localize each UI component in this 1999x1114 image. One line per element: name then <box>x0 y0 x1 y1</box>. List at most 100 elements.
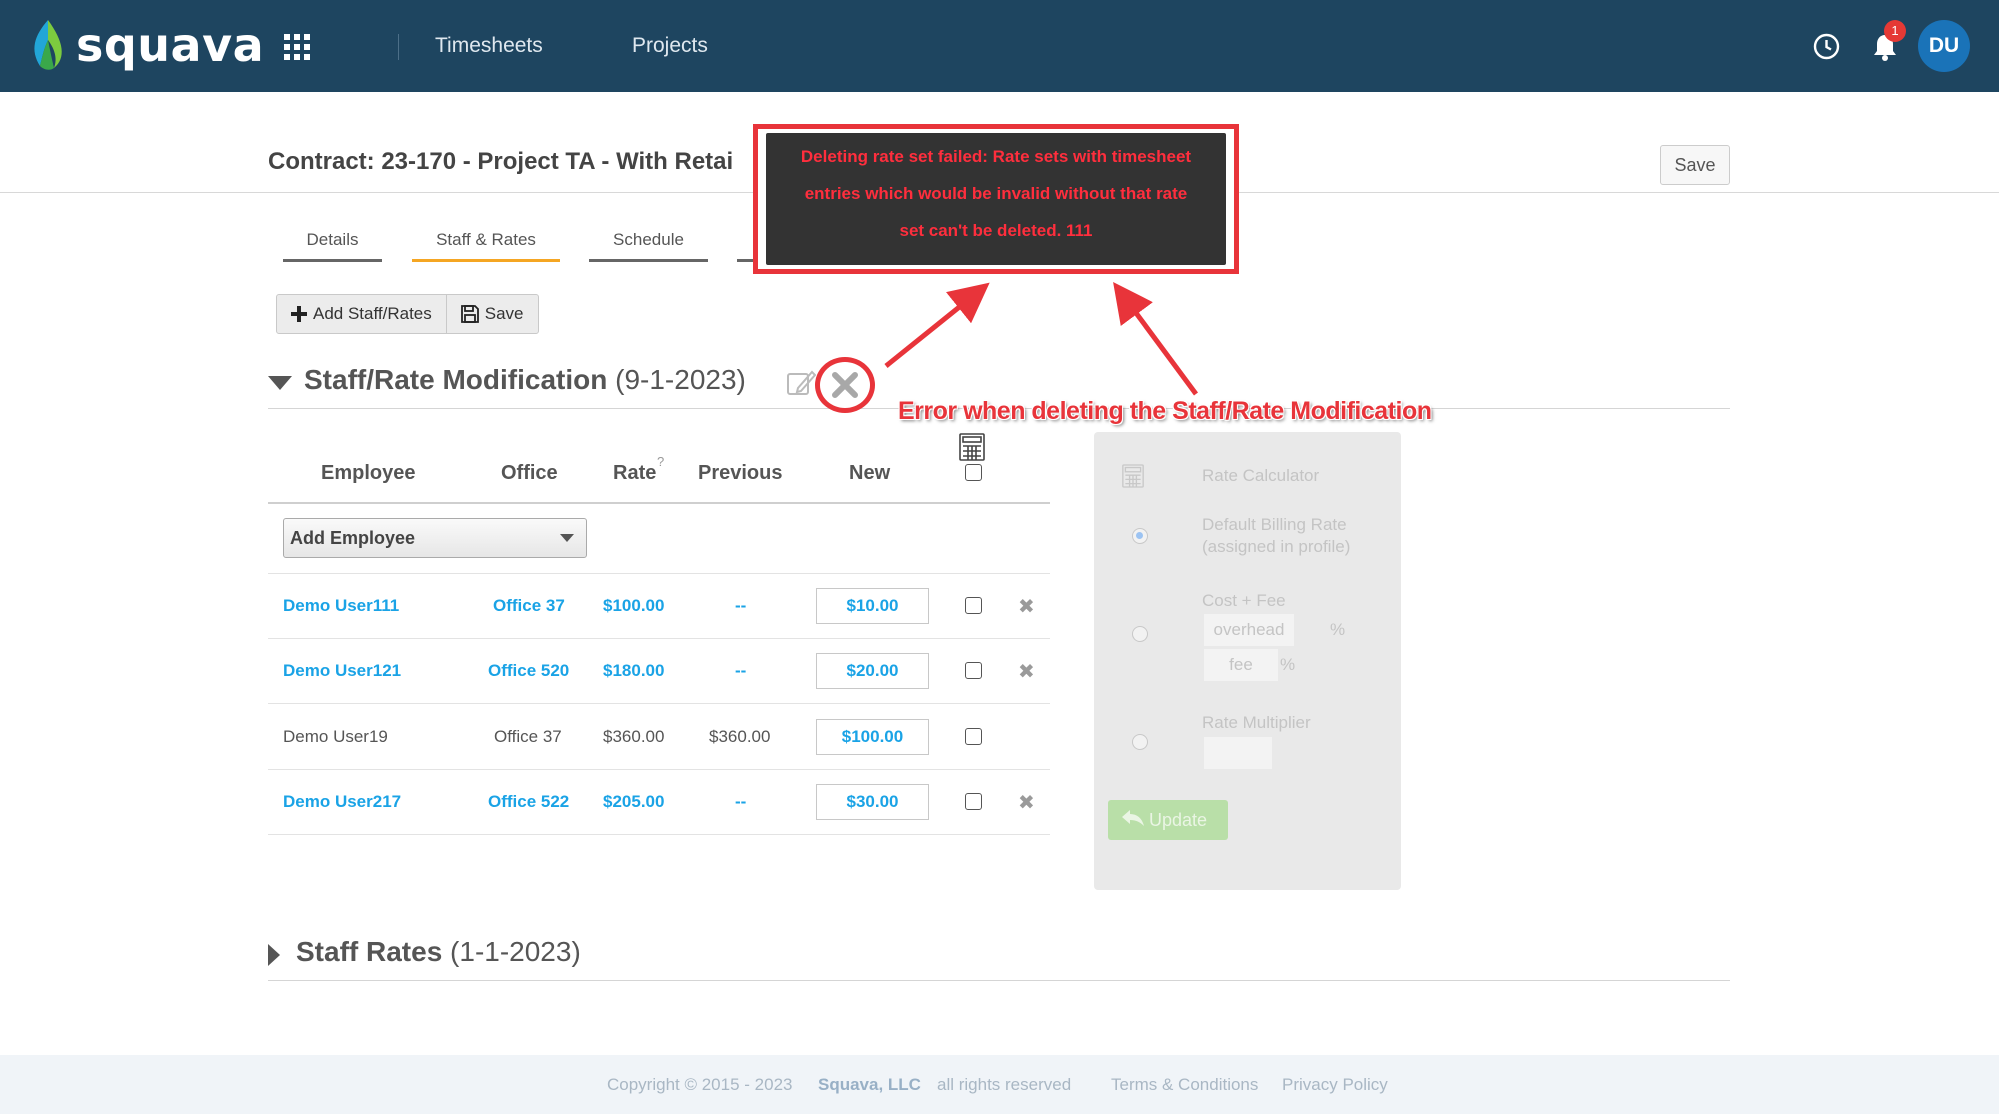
error-toast: Deleting rate set failed: Rate sets with… <box>766 133 1226 265</box>
clock-icon[interactable] <box>1813 33 1840 65</box>
footer: Copyright © 2015 - 2023 Squava, LLC all … <box>0 1055 1999 1114</box>
page-title: Contract: 23-170 - Project TA - With Ret… <box>268 148 734 175</box>
employee-office[interactable]: Office 522 <box>488 792 569 812</box>
header-save-button[interactable]: Save <box>1660 145 1730 185</box>
row-checkbox[interactable] <box>965 728 982 745</box>
collapse-triangle-icon[interactable] <box>268 376 292 390</box>
employee-rate[interactable]: $180.00 <box>603 661 664 681</box>
squava-logo[interactable]: squava <box>28 14 264 76</box>
new-rate-input[interactable]: $10.00 <box>816 588 929 624</box>
default-rate-line1: Default Billing Rate <box>1202 515 1347 534</box>
brand-name: squava <box>76 18 265 72</box>
remove-row-icon[interactable]: ✖ <box>1018 594 1035 619</box>
nav-projects[interactable]: Projects <box>632 34 708 58</box>
employee-name[interactable]: Demo User121 <box>283 661 401 681</box>
footer-rights: all rights reserved <box>937 1075 1072 1094</box>
rate-calculator-panel: Rate Calculator Default Billing Rate (as… <box>1094 432 1401 890</box>
employee-name[interactable]: Demo User111 <box>283 596 399 616</box>
remove-row-icon[interactable]: ✖ <box>1018 790 1035 815</box>
remove-row-icon[interactable]: ✖ <box>1018 659 1035 684</box>
user-avatar[interactable]: DU <box>1918 20 1970 72</box>
tab-staff-rates-underline <box>412 259 560 262</box>
calculator-icon[interactable] <box>959 433 985 466</box>
modification-date: (9-1-2023) <box>615 364 746 395</box>
nav-timesheets[interactable]: Timesheets <box>435 34 543 58</box>
select-all-checkbox[interactable] <box>965 464 982 481</box>
row-checkbox[interactable] <box>965 597 982 614</box>
col-employee: Employee <box>321 462 416 484</box>
add-employee-select[interactable]: Add Employee <box>283 518 587 558</box>
employee-rate[interactable]: $100.00 <box>603 596 664 616</box>
toolbar-save-button[interactable]: Save <box>445 295 538 333</box>
row-checkbox[interactable] <box>965 662 982 679</box>
table-header-rule <box>268 502 1050 504</box>
employee-previous[interactable]: -- <box>735 661 746 681</box>
tab-schedule-underline <box>589 259 708 262</box>
table-row-rule <box>268 638 1050 639</box>
rate-multiplier-radio[interactable] <box>1132 734 1148 750</box>
tab-details-underline <box>283 259 382 262</box>
employee-office: Office 37 <box>494 727 562 746</box>
cost-fee-radio[interactable] <box>1132 626 1148 642</box>
modification-section-title[interactable]: Staff/Rate Modification (9-1-2023) <box>304 364 746 396</box>
apps-grid-icon[interactable] <box>284 34 310 60</box>
nav-divider <box>398 34 399 60</box>
leaf-logo-icon <box>28 18 68 72</box>
fee-input[interactable]: fee <box>1204 649 1278 681</box>
employee-office[interactable]: Office 37 <box>493 596 565 616</box>
staff-rates-section-title[interactable]: Staff Rates (1-1-2023) <box>296 936 581 968</box>
error-message-line: entries which would be invalid without t… <box>804 184 1188 203</box>
new-rate-input[interactable]: $100.00 <box>816 719 929 755</box>
tab-staff-rates[interactable]: Staff & Rates <box>412 230 560 250</box>
tab-schedule[interactable]: Schedule <box>589 230 708 250</box>
cost-fee-label: Cost + Fee <box>1202 591 1286 610</box>
employee-office[interactable]: Office 520 <box>488 661 569 681</box>
staff-rates-divider <box>268 980 1730 981</box>
annotation-caption: Error when deleting the Staff/Rate Modif… <box>898 397 1432 425</box>
expand-triangle-icon[interactable] <box>268 944 280 966</box>
rate-help-icon[interactable]: ? <box>657 454 664 469</box>
employee-previous[interactable]: -- <box>735 792 746 812</box>
employee-previous: $360.00 <box>709 727 771 746</box>
modification-title: Staff/Rate Modification <box>304 364 608 395</box>
error-highlight-frame: Deleting rate set failed: Rate sets with… <box>753 124 1239 274</box>
new-rate-input[interactable]: $20.00 <box>816 653 929 689</box>
new-rate-input[interactable]: $30.00 <box>816 784 929 820</box>
col-previous: Previous <box>698 462 783 484</box>
tab-details[interactable]: Details <box>283 230 382 250</box>
overhead-percent: % <box>1330 620 1346 639</box>
employee-name[interactable]: Demo User217 <box>283 792 401 812</box>
caret-down-icon <box>560 534 574 542</box>
top-navbar: squava Timesheets Projects 1 DU <box>0 0 1999 92</box>
footer-privacy-link[interactable]: Privacy Policy <box>1282 1075 1388 1095</box>
rate-multiplier-label: Rate Multiplier <box>1202 713 1311 732</box>
add-staff-rates-button[interactable]: Add Staff/Rates <box>277 295 446 333</box>
employee-previous[interactable]: -- <box>735 596 746 616</box>
table-row-rule <box>268 703 1050 704</box>
overhead-input[interactable]: overhead <box>1204 614 1294 646</box>
employee-rate[interactable]: $205.00 <box>603 792 664 812</box>
staff-toolbar: Add Staff/Rates Save <box>276 294 539 334</box>
reply-arrow-icon <box>1122 810 1149 830</box>
error-message-line: set can't be deleted. 111 <box>899 221 1093 240</box>
col-new: New <box>849 462 891 484</box>
staff-rates-title: Staff Rates <box>296 936 443 967</box>
add-employee-label: Add Employee <box>290 528 416 548</box>
default-rate-radio[interactable] <box>1132 528 1148 544</box>
edit-pencil-icon[interactable] <box>786 368 817 403</box>
staff-rates-date: (1-1-2023) <box>450 936 581 967</box>
table-row-rule <box>268 573 1050 574</box>
footer-terms-link[interactable]: Terms & Conditions <box>1111 1075 1258 1095</box>
annotation-arrow-left <box>884 282 990 368</box>
annotation-arrow-right <box>1113 281 1199 396</box>
annotation-circle <box>815 357 875 413</box>
notification-badge: 1 <box>1884 20 1906 42</box>
employee-name: Demo User19 <box>283 727 388 746</box>
col-office: Office <box>501 462 558 484</box>
error-message-line: Deleting rate set failed: Rate sets with… <box>800 147 1192 166</box>
multiplier-input[interactable] <box>1204 737 1272 769</box>
calculator-panel-icon <box>1122 464 1144 493</box>
update-button[interactable]: Update <box>1108 800 1228 840</box>
footer-company-link[interactable]: Squava, LLC <box>818 1075 921 1095</box>
row-checkbox[interactable] <box>965 793 982 810</box>
